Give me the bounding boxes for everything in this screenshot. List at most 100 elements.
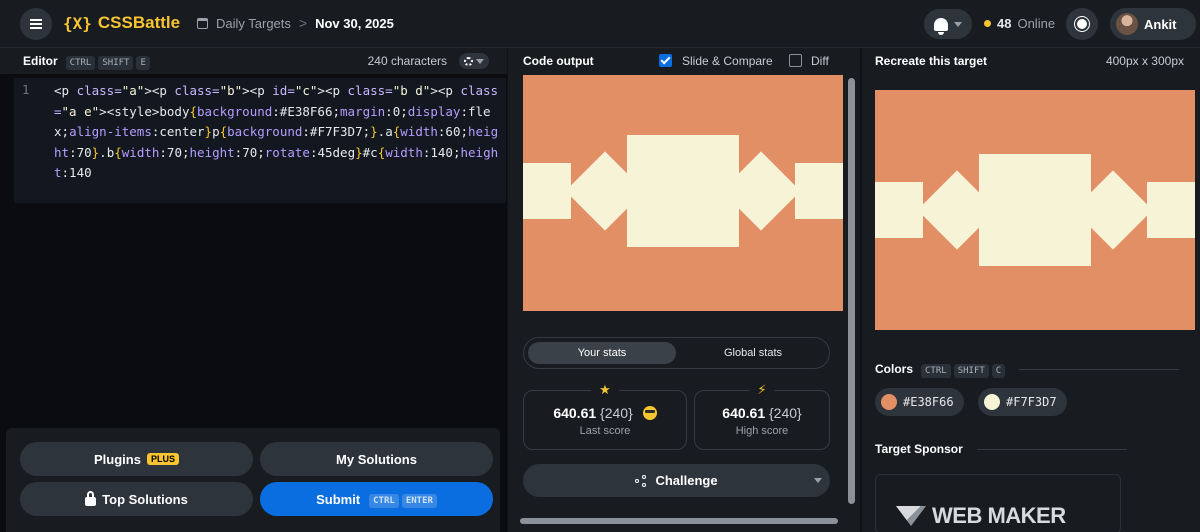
colors-label: Colors bbox=[875, 362, 914, 376]
target-image[interactable] bbox=[875, 90, 1195, 330]
kbd-c: C bbox=[991, 364, 1006, 378]
breadcrumb-section[interactable]: Daily Targets bbox=[216, 16, 291, 31]
online-indicator: 48 Online bbox=[984, 16, 1055, 31]
submit-button[interactable]: Submit CTRL ENTER bbox=[260, 482, 493, 516]
logo-mark: {X} bbox=[63, 13, 92, 33]
high-score-card: ⚡ 640.61 {240} High score bbox=[694, 382, 830, 450]
diff-label[interactable]: Diff bbox=[811, 54, 829, 68]
gear-icon bbox=[464, 56, 473, 66]
code-text[interactable]: <p class="a"><p class="b"><p id="c"><p c… bbox=[54, 81, 504, 184]
high-score: 640.61 {240} bbox=[695, 405, 829, 421]
notifications-button[interactable] bbox=[924, 9, 972, 39]
kbd-enter: ENTER bbox=[401, 493, 437, 508]
vertical-scrollbar-thumb[interactable] bbox=[848, 78, 855, 504]
last-score-value: 640.61 bbox=[553, 405, 597, 421]
vertical-scrollbar[interactable] bbox=[848, 78, 855, 504]
editor-header: Editor CTRL SHIFT E 240 characters bbox=[0, 48, 507, 74]
avatar bbox=[1116, 13, 1138, 35]
output-title: Code output bbox=[523, 54, 594, 68]
kbd-ctrl: CTRL bbox=[369, 493, 399, 508]
line-number: 1 bbox=[22, 82, 30, 97]
editor-title: Editor bbox=[23, 54, 58, 68]
tab-global-stats[interactable]: Global stats bbox=[679, 342, 827, 364]
online-label: Online bbox=[1017, 16, 1056, 31]
code-output-canvas[interactable] bbox=[523, 75, 843, 311]
breadcrumb: Daily Targets > Nov 30, 2025 bbox=[197, 15, 394, 31]
high-score-chars: {240} bbox=[769, 405, 802, 421]
plugins-label: Plugins bbox=[94, 451, 141, 467]
hamburger-icon bbox=[30, 19, 42, 29]
sunglasses-emoji-icon bbox=[642, 406, 657, 420]
action-buttons: Plugins PLUS My Solutions Top Solutions … bbox=[6, 428, 500, 532]
high-score-value: 640.61 bbox=[722, 405, 766, 421]
editor-shortcut: CTRL SHIFT E bbox=[63, 52, 150, 70]
last-score-chars: {240} bbox=[600, 405, 633, 421]
shape-a-left bbox=[523, 163, 571, 219]
color-swatch[interactable]: #E38F66 bbox=[875, 388, 964, 416]
top-bar: {X} CSSBattle Daily Targets > Nov 30, 20… bbox=[0, 0, 1200, 48]
colors-heading: Colors CTRL SHIFT C bbox=[875, 360, 1180, 378]
breadcrumb-date: Nov 30, 2025 bbox=[315, 15, 394, 31]
color-hex: #F7F3D7 bbox=[1006, 395, 1057, 409]
divider bbox=[1019, 368, 1180, 370]
challenge-button[interactable]: Challenge bbox=[523, 464, 830, 497]
last-score: 640.61 {240} bbox=[524, 405, 686, 421]
logo[interactable]: {X} CSSBattle bbox=[63, 13, 180, 33]
chevron-down-icon bbox=[476, 58, 484, 64]
kbd-shift: SHIFT bbox=[953, 364, 989, 378]
sponsor-banner[interactable]: WEB MAKER bbox=[875, 474, 1121, 532]
plus-badge: PLUS bbox=[146, 453, 179, 465]
color-hex: #E38F66 bbox=[903, 395, 954, 409]
lock-icon bbox=[85, 490, 97, 506]
last-score-card: ★ 640.61 {240} Last score bbox=[523, 382, 687, 450]
sponsor-label: Target Sponsor bbox=[875, 442, 963, 456]
challenge-label: Challenge bbox=[655, 473, 718, 488]
horizontal-scrollbar[interactable] bbox=[520, 518, 838, 524]
calendar-icon bbox=[197, 17, 208, 29]
star-icon: ★ bbox=[591, 382, 619, 398]
plugins-button[interactable]: Plugins PLUS bbox=[20, 442, 253, 476]
target-shape-a-right bbox=[1147, 182, 1195, 238]
slide-compare-label[interactable]: Slide & Compare bbox=[682, 54, 773, 68]
theme-toggle-button[interactable] bbox=[1066, 8, 1098, 40]
sun-icon bbox=[1077, 19, 1087, 29]
sponsor-name: WEB MAKER bbox=[932, 503, 1066, 528]
diff-checkbox[interactable] bbox=[789, 54, 802, 67]
color-swatch[interactable]: #F7F3D7 bbox=[978, 388, 1067, 416]
kbd-ctrl: CTRL bbox=[65, 56, 96, 70]
divider bbox=[976, 448, 1127, 450]
target-header: Recreate this target 400px x 300px bbox=[862, 48, 1200, 74]
sponsor-logo: WEB MAKER bbox=[896, 503, 1066, 529]
my-solutions-button[interactable]: My Solutions bbox=[260, 442, 493, 476]
code-editor[interactable]: 1 <p class="a"><p class="b"><p id="c"><p… bbox=[14, 78, 506, 203]
bell-icon bbox=[934, 17, 948, 35]
color-dot bbox=[984, 394, 1000, 410]
target-title: Recreate this target bbox=[875, 54, 988, 68]
kbd-e: E bbox=[136, 56, 150, 70]
share-icon bbox=[635, 474, 647, 487]
tab-your-stats[interactable]: Your stats bbox=[528, 342, 676, 364]
sponsor-heading: Target Sponsor bbox=[875, 442, 1127, 456]
top-solutions-button[interactable]: Top Solutions bbox=[20, 482, 253, 516]
last-score-label: Last score bbox=[579, 425, 631, 437]
high-score-label: High score bbox=[735, 425, 789, 437]
menu-button[interactable] bbox=[20, 8, 52, 40]
colors-shortcut: CTRL SHIFT C bbox=[918, 360, 1006, 378]
breadcrumb-separator: > bbox=[298, 15, 308, 31]
chevron-down-icon bbox=[954, 21, 962, 27]
logo-text: CSSBattle bbox=[97, 13, 181, 32]
color-dot bbox=[881, 394, 897, 410]
web-maker-logo-icon bbox=[896, 506, 926, 526]
target-panel: Recreate this target 400px x 300px Color… bbox=[862, 48, 1200, 532]
online-dot-icon bbox=[984, 20, 991, 27]
user-name: Ankit bbox=[1144, 16, 1177, 32]
shape-a-right bbox=[795, 163, 843, 219]
stats-tabs: Your stats Global stats bbox=[523, 337, 830, 369]
user-menu[interactable]: Ankit bbox=[1110, 8, 1196, 40]
lightning-icon: ⚡ bbox=[749, 382, 775, 398]
target-shape-a-left bbox=[875, 182, 923, 238]
my-solutions-label: My Solutions bbox=[336, 451, 417, 467]
editor-settings-button[interactable] bbox=[459, 53, 489, 69]
slide-compare-checkbox[interactable] bbox=[659, 54, 672, 67]
target-dimensions: 400px x 300px bbox=[1105, 54, 1184, 68]
